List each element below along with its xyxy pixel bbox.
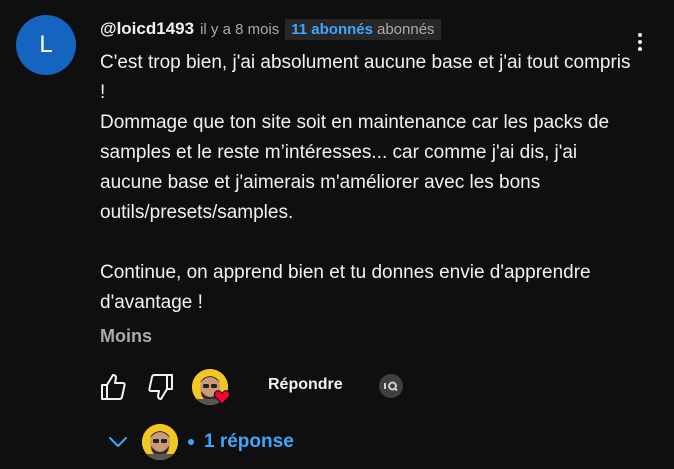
avatar[interactable]: L [16,15,76,75]
comment-paragraph: Dommage que ton site soit en maintenance… [100,112,610,223]
chevron-down-icon [109,437,127,447]
comment-paragraph: Continue, on apprend bien et tu donnes e… [100,262,591,313]
comment-paragraph: C'est trop bien, j'ai absolument aucune … [100,52,631,103]
badge-label: abonnés [376,20,435,38]
reply-button[interactable]: Répondre [268,376,343,394]
comment-thread: L @loicd1493 il y a 8 mois 11 abonnés ab… [0,0,674,469]
replier-face-icon [142,424,178,460]
comment-body: C'est trop bien, j'ai absolument aucune … [100,48,640,318]
comment-time[interactable]: il y a 8 mois [200,21,279,38]
avatar-letter: L [39,31,53,58]
view-replies-button[interactable]: 1 réponse [106,424,294,460]
show-less-button[interactable]: Moins [100,326,152,347]
subscriber-badge: 11 abonnés abonnés [285,18,441,40]
heart-icon [213,390,231,405]
separator-dot [188,439,194,445]
creator-heart [192,369,232,409]
author-name[interactable]: @loicd1493 [100,19,194,39]
thumb-up-icon[interactable] [97,371,129,403]
replies-count[interactable]: 1 réponse [204,431,294,453]
badge-count: 11 abonnés [291,20,373,38]
thumb-down-icon[interactable] [145,371,177,403]
comment-header: @loicd1493 il y a 8 mois 11 abonnés abon… [100,18,441,40]
replier-avatar [142,424,178,460]
iq-icon[interactable] [378,373,404,399]
